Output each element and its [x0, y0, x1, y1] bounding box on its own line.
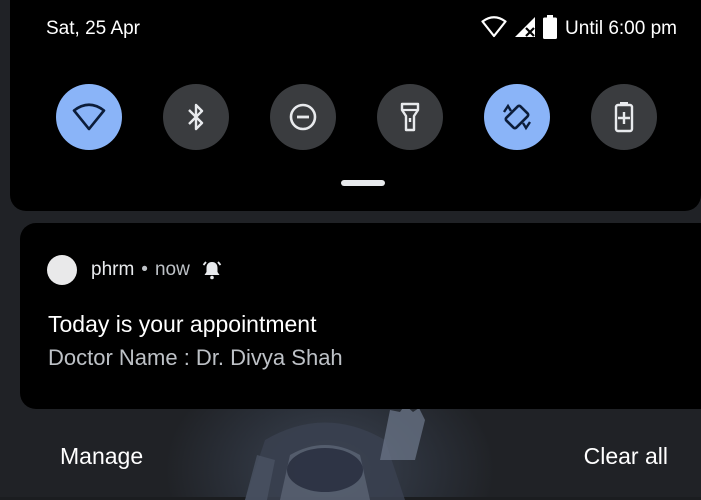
- quick-settings-panel: Sat, 25 Apr Until 6:00 pm: [10, 0, 701, 211]
- notification-text: Doctor Name : Dr. Divya Shah: [48, 345, 343, 370]
- rotate-icon: [503, 103, 531, 131]
- wifi-icon: [481, 15, 507, 43]
- header-separator: •: [141, 259, 148, 280]
- app-name: phrm: [91, 259, 135, 280]
- astronaut-wallpaper-image: [245, 405, 425, 500]
- quick-tiles-row: [56, 84, 657, 154]
- tile-auto-rotate[interactable]: [484, 84, 550, 150]
- tile-flashlight[interactable]: [377, 84, 443, 150]
- battery-icon: [543, 14, 558, 44]
- status-icons: Until 6:00 pm: [481, 14, 677, 44]
- notification-time: now: [154, 259, 190, 280]
- alarm-icon: [202, 260, 222, 280]
- notification-header: phrm • now: [47, 255, 222, 285]
- tile-do-not-disturb[interactable]: [270, 84, 336, 150]
- status-bar: Sat, 25 Apr Until 6:00 pm: [10, 0, 701, 58]
- dnd-icon: [289, 103, 317, 131]
- tile-bluetooth[interactable]: [163, 84, 229, 150]
- drag-handle[interactable]: [341, 180, 385, 186]
- manage-button[interactable]: Manage: [60, 443, 143, 470]
- tile-wifi[interactable]: [56, 84, 122, 150]
- flashlight-icon: [400, 102, 420, 132]
- date-label: Sat, 25 Apr: [46, 18, 141, 39]
- bluetooth-icon: [188, 103, 204, 131]
- tile-battery-saver[interactable]: [591, 84, 657, 150]
- clear-all-button[interactable]: Clear all: [584, 443, 668, 470]
- battery-estimate-label: Until 6:00 pm: [565, 18, 677, 39]
- signal-icon: [513, 15, 537, 44]
- app-icon: [47, 255, 77, 285]
- wifi-icon: [72, 103, 106, 131]
- notification-title: Today is your appointment: [48, 311, 317, 337]
- battery-saver-icon: [614, 102, 634, 133]
- notification-card[interactable]: phrm • now Today is your appointment Doc…: [20, 223, 701, 409]
